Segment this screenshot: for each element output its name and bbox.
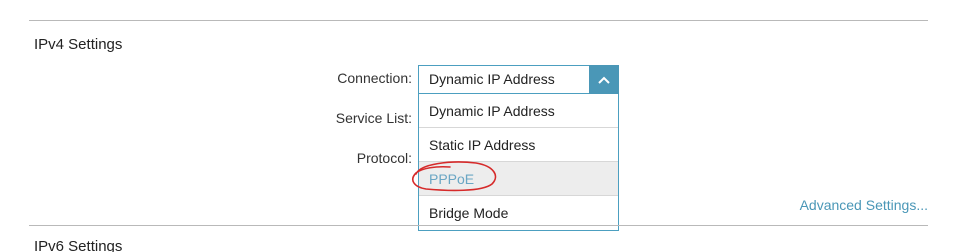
select-toggle-button[interactable] (589, 65, 619, 94)
chevron-up-icon (598, 76, 610, 84)
ipv6-settings-title: IPv6 Settings (34, 238, 123, 252)
advanced-settings-link[interactable]: Advanced Settings... (800, 197, 928, 213)
bottom-divider (29, 225, 928, 226)
ipv4-settings-title: IPv4 Settings (34, 36, 123, 53)
connection-select[interactable]: Dynamic IP Address (418, 65, 619, 94)
option-static-ip[interactable]: Static IP Address (419, 128, 618, 162)
service-list-label: Service List: (335, 110, 412, 126)
connection-select-value: Dynamic IP Address (429, 71, 555, 87)
connection-dropdown-list: Dynamic IP Address Static IP Address PPP… (418, 94, 619, 231)
option-dynamic-ip[interactable]: Dynamic IP Address (419, 94, 618, 128)
connection-label: Connection: (337, 70, 412, 86)
protocol-label: Protocol: (356, 150, 412, 166)
option-pppoe[interactable]: PPPoE (419, 162, 618, 196)
top-divider (29, 20, 928, 21)
page: IPv4 Settings Connection: Service List: … (0, 0, 962, 252)
